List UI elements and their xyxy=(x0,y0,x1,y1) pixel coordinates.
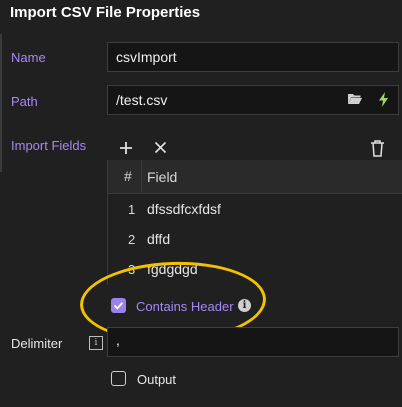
info-icon[interactable]: i xyxy=(89,336,103,350)
lightning-icon[interactable] xyxy=(379,92,388,107)
column-header-field: Field xyxy=(147,169,178,185)
table-header: # Field xyxy=(108,160,402,194)
import-fields-label: Import Fields xyxy=(11,138,87,153)
dialog-title: Import CSV File Properties xyxy=(10,4,201,21)
name-label: Name xyxy=(11,50,46,65)
trash-icon[interactable] xyxy=(370,139,385,157)
remove-icon[interactable] xyxy=(154,141,167,154)
output-label[interactable]: Output xyxy=(137,372,176,387)
path-value: /test.csv xyxy=(116,92,168,108)
row-number: 2 xyxy=(128,232,136,247)
table-row[interactable]: 1 dfssdfcxfdsf xyxy=(108,195,402,225)
column-header-num: # xyxy=(124,168,132,184)
output-checkbox[interactable] xyxy=(111,371,126,386)
add-icon[interactable] xyxy=(119,141,133,155)
folder-open-icon[interactable] xyxy=(347,92,363,106)
name-input[interactable]: csvImport xyxy=(107,42,399,72)
table-row[interactable]: 2 dffd xyxy=(108,225,402,255)
path-label: Path xyxy=(11,94,38,109)
delimiter-input[interactable]: , xyxy=(107,327,399,357)
row-number: 1 xyxy=(128,202,136,217)
row-field[interactable]: dffd xyxy=(147,231,170,247)
section-divider xyxy=(0,34,2,172)
row-field[interactable]: dfssdfcxfdsf xyxy=(147,201,221,217)
delimiter-label: Delimiter xyxy=(11,336,63,351)
column-divider xyxy=(141,160,142,193)
